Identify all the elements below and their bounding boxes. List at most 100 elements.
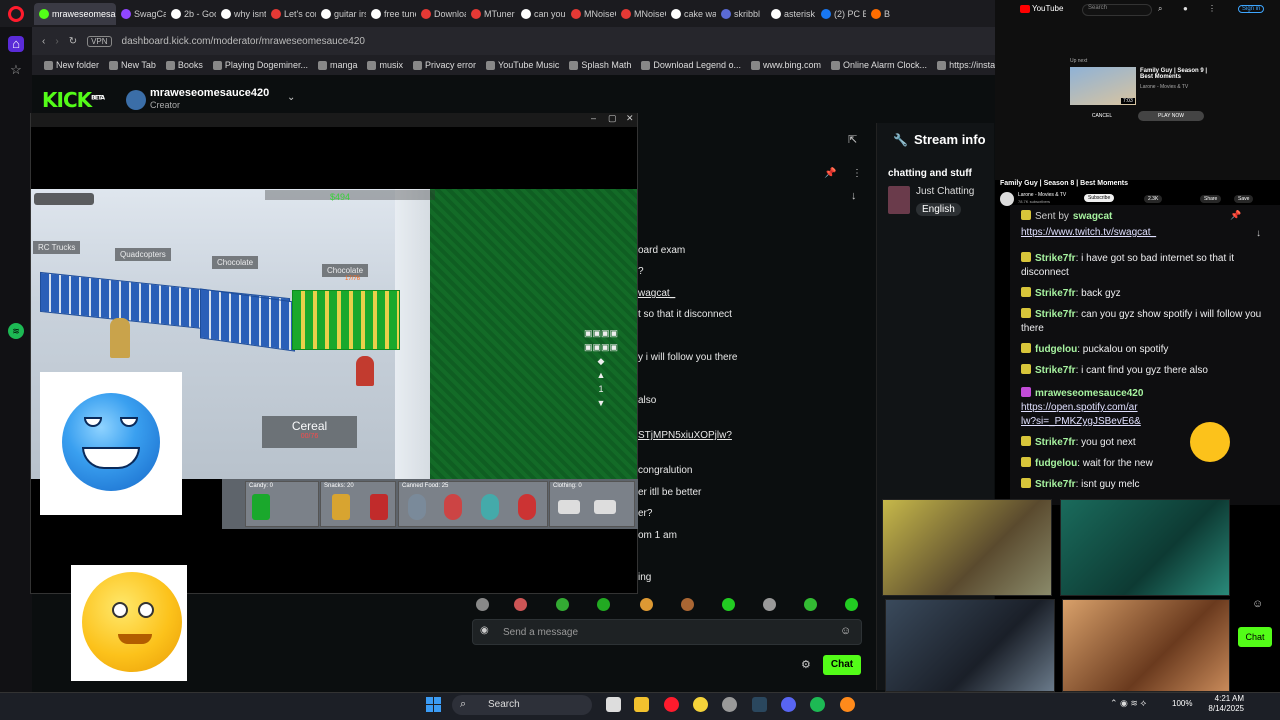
- tab-10[interactable]: MNoiseG: [566, 3, 616, 25]
- emote-icon[interactable]: [845, 598, 858, 611]
- tab-13[interactable]: skribbl: [716, 3, 766, 25]
- up-next-title[interactable]: Family Guy | Season 9 | Best Moments: [1140, 68, 1210, 80]
- channel-avatar[interactable]: [126, 90, 146, 110]
- canned-food-item[interactable]: [481, 494, 499, 520]
- tab-9[interactable]: can you: [516, 3, 566, 25]
- chat-link[interactable]: lw?si=_PMKZygJSBevE6&: [1021, 416, 1141, 427]
- opera-taskbar-icon[interactable]: [664, 697, 679, 712]
- chat-link[interactable]: https://open.spotify.com/ar: [1021, 402, 1138, 413]
- tab-7[interactable]: Download: [416, 3, 466, 25]
- tab-16[interactable]: B: [866, 3, 916, 25]
- battery-percent[interactable]: 100%: [1172, 699, 1192, 708]
- emote-icon[interactable]: [681, 598, 694, 611]
- play-now-button[interactable]: PLAY NOW: [1138, 111, 1204, 121]
- chat-username[interactable]: Strike7fr: [1035, 288, 1076, 299]
- windows-start-icon[interactable]: [426, 697, 442, 713]
- more-icon[interactable]: ⋮: [852, 168, 862, 179]
- mod-shield-icon[interactable]: ◉: [480, 625, 489, 636]
- bookmark-item[interactable]: Splash Math: [569, 60, 631, 70]
- channel-avatar[interactable]: [1000, 192, 1014, 206]
- forward-icon[interactable]: ›: [55, 36, 58, 47]
- tray-icons[interactable]: ⌃ ◉ ≋ ⟡: [1110, 698, 1146, 709]
- like-button[interactable]: 2.3K: [1144, 195, 1163, 203]
- bookmark-item[interactable]: https://instagram.co...: [937, 60, 995, 70]
- pin-icon[interactable]: 📌: [824, 168, 836, 179]
- emote-icon[interactable]: [640, 598, 653, 611]
- bookmark-item[interactable]: New folder: [44, 60, 99, 70]
- clothing-item[interactable]: [594, 500, 616, 514]
- webcam-feed[interactable]: [882, 499, 1052, 596]
- app-icon[interactable]: [722, 697, 737, 712]
- category-name[interactable]: Just Chatting: [916, 186, 974, 197]
- snack-item[interactable]: [370, 494, 388, 520]
- bookmark-item[interactable]: Books: [165, 60, 203, 70]
- tab-3[interactable]: why isnt: [216, 3, 266, 25]
- chat-link[interactable]: https://www.twitch.tv/swagcat_: [1021, 227, 1156, 238]
- youtube-search-input[interactable]: Search: [1082, 4, 1152, 16]
- minimize-icon[interactable]: –: [591, 113, 596, 123]
- spotify-taskbar-icon[interactable]: [810, 697, 825, 712]
- tab-6[interactable]: free tuner: [366, 3, 416, 25]
- chat-username[interactable]: mraweseomesauce420: [1035, 388, 1143, 399]
- app-icon[interactable]: [840, 697, 855, 712]
- tab-12[interactable]: cake walk: [666, 3, 716, 25]
- message-input[interactable]: Send a message: [472, 619, 862, 645]
- tab-11[interactable]: MNoiseG: [616, 3, 666, 25]
- spotify-icon[interactable]: ≋: [8, 323, 24, 339]
- emoji-icon[interactable]: ☺: [1252, 598, 1263, 610]
- vpn-badge[interactable]: VPN: [87, 35, 112, 47]
- candy-item[interactable]: [252, 494, 270, 520]
- home-icon[interactable]: ⌂: [8, 36, 24, 52]
- twitch-chat-button[interactable]: Chat: [1238, 627, 1272, 647]
- bookmark-item[interactable]: New Tab: [109, 60, 156, 70]
- youtube-logo-icon[interactable]: [1020, 5, 1030, 13]
- tab-5[interactable]: guitar irs: [316, 3, 366, 25]
- tab-1[interactable]: SwagCat: [116, 3, 166, 25]
- taskbar-search[interactable]: Search: [452, 695, 592, 715]
- emote-icon[interactable]: [556, 598, 569, 611]
- category-thumbnail[interactable]: [888, 186, 910, 214]
- opera-logo-icon[interactable]: [8, 6, 24, 22]
- system-clock[interactable]: 4:21 AM 8/14/2025: [1208, 694, 1244, 714]
- tab-0[interactable]: mraweseomesauce: [34, 2, 116, 25]
- bookmark-item[interactable]: www.bing.com: [751, 60, 821, 70]
- gear-icon[interactable]: ⚙: [801, 658, 811, 671]
- back-icon[interactable]: ‹: [42, 36, 45, 47]
- language-tag[interactable]: English: [916, 203, 961, 216]
- kick-logo[interactable]: KICKBETA: [42, 88, 105, 112]
- canned-food-item[interactable]: [444, 494, 462, 520]
- emoji-icon[interactable]: ☺: [840, 625, 851, 637]
- clothing-item[interactable]: [558, 500, 580, 514]
- tab-14[interactable]: asterisk: [766, 3, 816, 25]
- maximize-icon[interactable]: ▢: [608, 113, 617, 124]
- chat-username[interactable]: swagcat: [1073, 211, 1112, 222]
- chat-username[interactable]: Strike7fr: [1035, 479, 1076, 490]
- save-button[interactable]: Save: [1234, 195, 1254, 203]
- bookmark-item[interactable]: manga: [317, 60, 357, 70]
- chat-username[interactable]: fudgelou: [1035, 458, 1077, 469]
- tab-15[interactable]: (2) PC Bu: [816, 3, 866, 25]
- mic-icon[interactable]: ●: [1183, 4, 1188, 13]
- task-view-icon[interactable]: [606, 697, 621, 712]
- reload-icon[interactable]: ↻: [69, 36, 77, 47]
- bookmark-item[interactable]: musix: [367, 60, 403, 70]
- chat-username[interactable]: fudgelou: [1035, 344, 1077, 355]
- emote-icon[interactable]: [514, 598, 527, 611]
- bookmark-item[interactable]: YouTube Music: [486, 60, 559, 70]
- share-button[interactable]: Share: [1200, 195, 1222, 203]
- chat-send-button[interactable]: Chat: [823, 655, 861, 675]
- chevron-down-icon[interactable]: ⌄: [287, 92, 295, 103]
- url-field[interactable]: dashboard.kick.com/moderator/mraweseomes…: [122, 36, 365, 47]
- arrow-down-icon[interactable]: ↓: [1256, 228, 1261, 239]
- bookmark-item[interactable]: Playing Dogeminer...: [212, 60, 308, 70]
- close-icon[interactable]: ✕: [626, 113, 634, 124]
- game-topleft-toolbar[interactable]: [34, 193, 94, 205]
- bookmark-item[interactable]: Download Legend o...: [641, 60, 741, 70]
- bookmark-item[interactable]: Privacy error: [413, 60, 476, 70]
- file-explorer-icon[interactable]: [634, 697, 649, 712]
- tab-8[interactable]: MTuner: [466, 3, 516, 25]
- webcam-feed[interactable]: [885, 599, 1055, 692]
- webcam-feed[interactable]: [1060, 499, 1230, 596]
- canned-food-item[interactable]: [408, 494, 426, 520]
- tab-4[interactable]: Let's con: [266, 3, 316, 25]
